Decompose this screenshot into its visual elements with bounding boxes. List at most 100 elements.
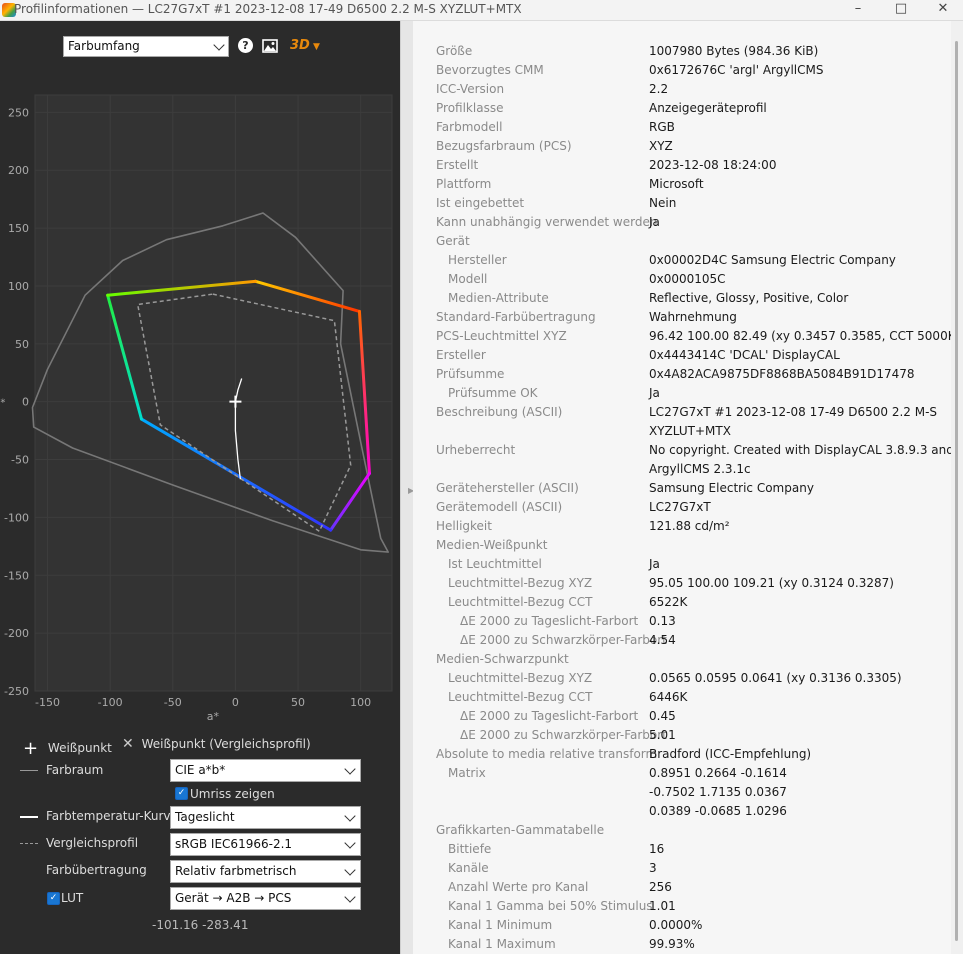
info-value: LC27G7xT #1 2023-12-08 17-49 D6500 2.2 M… — [649, 405, 938, 419]
info-key: Kanal 1 Minimum — [448, 918, 553, 932]
outline-checkbox[interactable]: ✓ — [175, 787, 188, 800]
info-row: Bevorzugtes CMM 0x6172676C 'argl' ArgyllC… — [413, 61, 951, 80]
info-value: RGB — [649, 120, 675, 134]
vertical-scrollbar[interactable] — [951, 21, 963, 954]
lut-label: LUT — [61, 891, 84, 905]
info-value: Microsoft — [649, 177, 704, 191]
info-row: Bezugsfarbraum (PCS) XYZ — [413, 137, 951, 156]
chevron-down-icon — [344, 891, 356, 903]
colorspace-value: CIE a*b* — [175, 763, 226, 777]
lut-select[interactable]: Gerät → A2B → PCS — [170, 887, 361, 910]
info-row: -0.7502 1.7135 0.0367 — [413, 783, 951, 802]
y-tick-label: 200 — [8, 164, 29, 177]
info-key: Profilklasse — [436, 101, 504, 115]
cct-curve-select[interactable]: Tageslicht — [170, 806, 361, 829]
chevron-down-icon — [213, 39, 225, 51]
info-row: Matrix 0.8951 0.2664 -0.1614 — [413, 764, 951, 783]
info-value: Wahrnehmung — [649, 310, 737, 324]
info-value: 0.45 — [649, 709, 676, 723]
info-key: PCS-Leuchtmittel XYZ — [436, 329, 567, 343]
view-3d-icon[interactable]: 3D ▼ — [290, 38, 320, 53]
info-row: Helligkeit 121.88 cd/m² — [413, 517, 951, 536]
info-value: 0x0000105C — [649, 272, 726, 286]
info-row: Medien-Attribute Reflective, Glossy, Posi… — [413, 289, 951, 308]
compare-profile-label: Vergleichsprofil — [46, 836, 139, 850]
x-tick-label: 0 — [232, 696, 239, 709]
info-value: 121.88 cd/m² — [649, 519, 730, 533]
info-key: Ist Leuchtmittel — [448, 557, 542, 571]
chevron-down-icon — [344, 810, 356, 822]
info-row: ICC-Version 2.2 — [413, 80, 951, 99]
info-value: 4.54 — [649, 633, 676, 647]
info-row: Leuchtmittel-Bezug CCT 6446K — [413, 688, 951, 707]
plot-type-select[interactable]: Farbumfang — [63, 36, 229, 57]
help-icon[interactable]: ? — [238, 38, 253, 53]
x-tick-label: -100 — [98, 696, 123, 709]
line-dashed-icon — [20, 843, 38, 844]
y-tick-label: -100 — [4, 511, 29, 524]
info-key: Prüfsumme OK — [448, 386, 538, 400]
image-icon[interactable] — [262, 39, 278, 56]
info-value: Ja — [649, 557, 660, 571]
legend-whitepoint-label: Weißpunkt — [47, 741, 112, 755]
y-tick-label: -150 — [4, 569, 29, 582]
cross-icon: ✕ — [122, 736, 134, 752]
info-key: Farbmodell — [436, 120, 503, 134]
info-panel: Größe 1007980 Bytes (984.36 KiB) Bevorzugt… — [413, 21, 951, 954]
y-tick-label: -50 — [11, 454, 29, 467]
info-value: Samsung Electric Company — [649, 481, 814, 495]
info-value: 3 — [649, 861, 657, 875]
info-row: Standard-Farbübertragung Wahrnehmung — [413, 308, 951, 327]
info-row: Leuchtmittel-Bezug XYZ 0.0565 0.0595 0.06… — [413, 669, 951, 688]
compare-profile-select[interactable]: sRGB IEC61966-2.1 — [170, 833, 361, 856]
maximize-button[interactable]: □ — [878, 0, 924, 20]
info-row: XYZLUT+MTX — [413, 422, 951, 441]
transfer-value: Relativ farbmetrisch — [175, 864, 297, 878]
info-key: Größe — [436, 44, 473, 58]
lut-checkbox[interactable]: ✓ — [47, 892, 60, 905]
gamut-plot[interactable]: -150 -100 -50 0 50 100 250 200 150 100 50 0 -50 -100 -… — [0, 81, 400, 761]
info-key: Bittiefe — [448, 842, 492, 856]
info-key: Anzahl Werte pro Kanal — [448, 880, 589, 894]
info-row: Leuchtmittel-Bezug CCT 6522K — [413, 593, 951, 612]
info-value: 1.01 — [649, 899, 676, 913]
info-row: ΔE 2000 zu Tageslicht-Farbort 0.13 — [413, 612, 951, 631]
title-bar: Profilinformationen — LC27G7xT #1 2023-1… — [0, 0, 963, 21]
info-key: Kanäle — [448, 861, 489, 875]
y-tick-label: -250 — [4, 685, 29, 698]
chevron-down-icon — [344, 864, 356, 876]
legend-whitepoint: + Weißpunkt — [23, 736, 112, 759]
info-key: Helligkeit — [436, 519, 492, 533]
info-row: Erstellt 2023-12-08 18:24:00 — [413, 156, 951, 175]
y-axis-label: b* — [0, 398, 5, 409]
info-value: 0.0000% — [649, 918, 703, 932]
info-row: Kanäle 3 — [413, 859, 951, 878]
info-row: Ist Leuchtmittel Ja — [413, 555, 951, 574]
info-value: Ja — [649, 386, 660, 400]
lut-value: Gerät → A2B → PCS — [175, 891, 292, 905]
info-key: Urheberrecht — [436, 443, 516, 457]
info-row: Prüfsumme 0x4A82ACA9875DF8868BA5084B91D17… — [413, 365, 951, 384]
info-value: 6446K — [649, 690, 688, 704]
info-key: Ersteller — [436, 348, 486, 362]
close-button[interactable]: ✕ — [920, 0, 963, 20]
scrollbar-thumb[interactable] — [955, 41, 958, 941]
x-axis-label: a* — [207, 710, 220, 723]
info-row: Farbmodell RGB — [413, 118, 951, 137]
info-key: Modell — [448, 272, 488, 286]
splitter[interactable]: ▶ — [400, 21, 414, 954]
info-key: Erstellt — [436, 158, 479, 172]
compare-profile-value: sRGB IEC61966-2.1 — [175, 837, 293, 851]
info-row: Ist eingebettet Nein — [413, 194, 951, 213]
info-row: Plattform Microsoft — [413, 175, 951, 194]
cct-curve-label: Farbtemperatur-Kurve — [46, 809, 178, 823]
info-key: Kanal 1 Gamma bei 50% Stimulus — [448, 899, 653, 913]
info-key: Hersteller — [448, 253, 507, 267]
minimize-button[interactable]: – — [835, 0, 881, 20]
info-value: ArgyllCMS 2.3.1c — [649, 462, 751, 476]
info-value: 16 — [649, 842, 665, 856]
y-tick-label: -200 — [4, 627, 29, 640]
info-key: Absolute to media relative transform — [436, 747, 658, 761]
colorspace-select[interactable]: CIE a*b* — [170, 759, 361, 782]
transfer-select[interactable]: Relativ farbmetrisch — [170, 860, 361, 883]
